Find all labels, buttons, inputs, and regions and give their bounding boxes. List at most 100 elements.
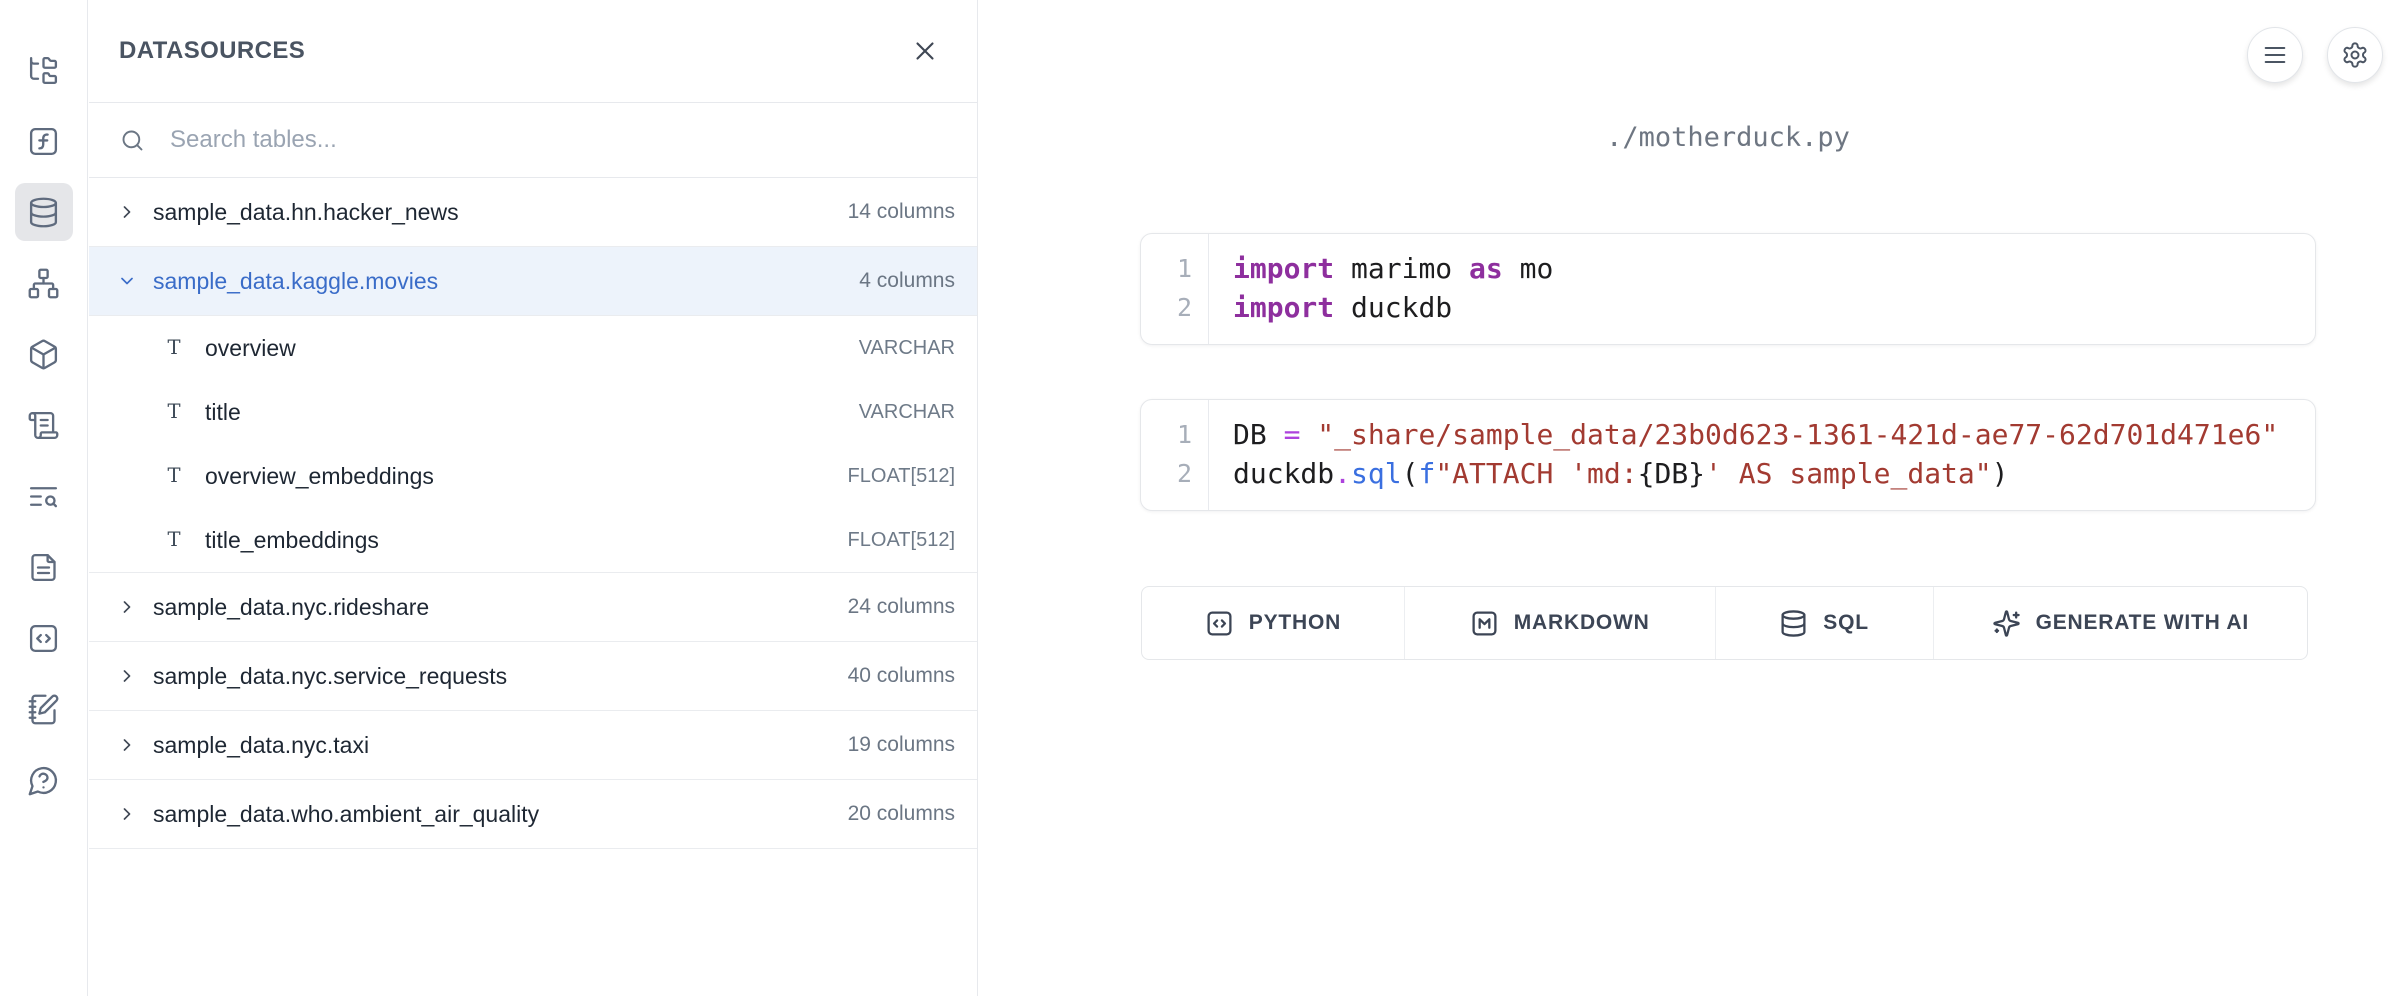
- line-numbers: 12: [1141, 400, 1209, 510]
- settings-icon: [2341, 41, 2369, 69]
- add-cell-sql-button[interactable]: SQL: [1716, 587, 1934, 659]
- column-type: VARCHAR: [859, 401, 955, 424]
- table-row[interactable]: sample_data.who.ambient_air_quality20 co…: [89, 780, 977, 849]
- table-name: sample_data.kaggle.movies: [153, 268, 438, 295]
- add-cell-button-label: SQL: [1823, 611, 1869, 635]
- column-row[interactable]: Toverview VARCHAR: [89, 316, 977, 380]
- function-square-icon: [27, 125, 60, 158]
- column-name: overview: [205, 335, 296, 362]
- close-panel-button[interactable]: [903, 29, 947, 73]
- network-icon: [27, 267, 60, 300]
- code-square-icon: [27, 622, 60, 655]
- box-icon: [27, 338, 60, 371]
- table-row[interactable]: sample_data.nyc.service_requests40 colum…: [89, 642, 977, 711]
- search-input[interactable]: [168, 125, 947, 155]
- add-cell-bar: PYTHON MARKDOWN SQL GENERATE WITH AI: [1141, 586, 2308, 660]
- svg-text:T: T: [167, 336, 180, 359]
- column-type-icon: T: [161, 399, 187, 425]
- app-root: DATASOURCES sample_data.hn.hacker_news 14…: [0, 0, 2399, 996]
- table-column-count: 24 columns: [848, 595, 955, 619]
- table-column-count: 14 columns: [848, 200, 955, 224]
- code-cell[interactable]: 12import marimo as moimport duckdb: [1140, 233, 2316, 345]
- sidebar-item-packages[interactable]: [15, 325, 73, 383]
- table-name: sample_data.who.ambient_air_quality: [153, 801, 539, 828]
- sidebar-item-notebook[interactable]: [15, 680, 73, 738]
- settings-button[interactable]: [2327, 27, 2383, 83]
- table-name: sample_data.nyc.taxi: [153, 732, 369, 759]
- column-name: overview_embeddings: [205, 463, 434, 490]
- search-bar: [89, 103, 977, 178]
- chevron-right-icon: [117, 202, 137, 222]
- add-cell-markdown-button[interactable]: MARKDOWN: [1405, 587, 1716, 659]
- add-cell-button-label: GENERATE WITH AI: [2036, 611, 2249, 635]
- cell-code: import marimo as moimport duckdb: [1209, 234, 1553, 344]
- line-numbers: 12: [1141, 234, 1209, 344]
- menu-icon: [2261, 41, 2289, 69]
- main-area: ./motherduck.py 12import marimo as moimp…: [979, 0, 2399, 996]
- column-name: title: [205, 399, 241, 426]
- table-columns: Toverview VARCHAR Ttitle VARCHAR Toverview_e…: [89, 316, 977, 573]
- table-row[interactable]: sample_data.hn.hacker_news 14 columns: [89, 178, 977, 247]
- cell-code: DB = "_share/sample_data/23b0d623-1361-4…: [1209, 400, 2278, 510]
- sidebar-item-scratchpad[interactable]: [15, 112, 73, 170]
- column-type: FLOAT[512]: [848, 465, 955, 488]
- notebook-pen-icon: [27, 693, 60, 726]
- sidebar-item-file-explorer[interactable]: [15, 41, 73, 99]
- table-column-count: 4 columns: [859, 269, 955, 293]
- top-actions: [2247, 27, 2383, 83]
- table-column-count: 19 columns: [848, 733, 955, 757]
- chevron-right-icon: [117, 804, 137, 824]
- code-square-icon: [1205, 609, 1234, 638]
- database-icon: [1779, 609, 1808, 638]
- add-cell-python-button[interactable]: PYTHON: [1142, 587, 1405, 659]
- scroll-text-icon: [27, 409, 60, 442]
- sidebar-item-export-code[interactable]: [15, 609, 73, 667]
- table-name: sample_data.hn.hacker_news: [153, 199, 459, 226]
- sparkles-icon: [1992, 609, 2021, 638]
- chevron-right-icon: [117, 597, 137, 617]
- panel-title: DATASOURCES: [119, 37, 305, 65]
- file-note-icon: [27, 551, 60, 584]
- code-cell[interactable]: 12DB = "_share/sample_data/23b0d623-1361…: [1140, 399, 2316, 511]
- tables-list: sample_data.hn.hacker_news14 columnssamp…: [89, 178, 977, 849]
- notebook-filename[interactable]: ./motherduck.py: [1140, 122, 2316, 153]
- table-row[interactable]: sample_data.nyc.taxi 19 columns: [89, 711, 977, 780]
- table-column-count: 40 columns: [848, 664, 955, 688]
- chevron-down-icon: [117, 271, 137, 291]
- column-name: title_embeddings: [205, 527, 379, 554]
- folder-tree-icon: [27, 54, 60, 87]
- sidebar: [0, 0, 88, 996]
- column-type: VARCHAR: [859, 337, 955, 360]
- sidebar-item-snippets[interactable]: [15, 538, 73, 596]
- chevron-right-icon: [117, 735, 137, 755]
- add-cell-ai-button[interactable]: GENERATE WITH AI: [1934, 587, 2307, 659]
- table-row[interactable]: sample_data.nyc.rideshare 24 columns: [89, 573, 977, 642]
- column-row[interactable]: Ttitle VARCHAR: [89, 380, 977, 444]
- sidebar-item-help[interactable]: [15, 751, 73, 809]
- search-icon: [119, 127, 146, 154]
- add-cell-button-label: PYTHON: [1249, 611, 1341, 635]
- sidebar-item-dependencies[interactable]: [15, 254, 73, 312]
- sidebar-item-documentation[interactable]: [15, 396, 73, 454]
- markdown-square-icon: [1470, 609, 1499, 638]
- svg-text:T: T: [167, 528, 180, 551]
- sidebar-item-datasources[interactable]: [15, 183, 73, 241]
- column-row[interactable]: Toverview_embeddings FLOAT[512]: [89, 444, 977, 508]
- chevron-right-icon: [117, 666, 137, 686]
- column-type: FLOAT[512]: [848, 529, 955, 552]
- svg-text:T: T: [167, 400, 180, 423]
- column-row[interactable]: Ttitle_embeddings FLOAT[512]: [89, 508, 977, 572]
- column-type-icon: T: [161, 335, 187, 361]
- datasources-panel: DATASOURCES sample_data.hn.hacker_news 14…: [89, 0, 978, 996]
- add-cell-button-label: MARKDOWN: [1514, 611, 1650, 635]
- svg-text:T: T: [167, 464, 180, 487]
- table-name: sample_data.nyc.rideshare: [153, 594, 429, 621]
- notebook-menu-button[interactable]: [2247, 27, 2303, 83]
- database-icon: [27, 196, 60, 229]
- column-type-icon: T: [161, 527, 187, 553]
- text-search-icon: [27, 480, 60, 513]
- cells-container: 12import marimo as moimport duckdb12DB =…: [1140, 233, 2316, 565]
- table-row[interactable]: sample_data.kaggle.movies 4 columns: [89, 247, 977, 316]
- sidebar-item-logs[interactable]: [15, 467, 73, 525]
- column-type-icon: T: [161, 463, 187, 489]
